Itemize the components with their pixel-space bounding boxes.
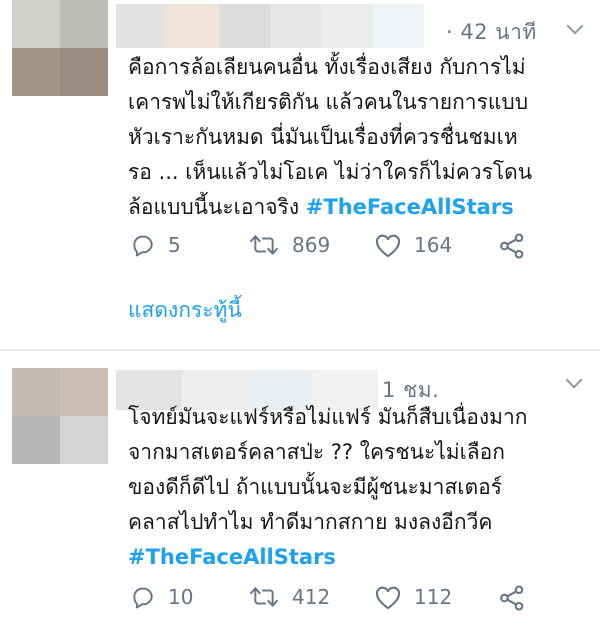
like-icon [375, 586, 401, 610]
like-button[interactable]: 112 [374, 584, 452, 610]
chevron-down-icon[interactable] [565, 371, 583, 389]
avatar[interactable] [12, 0, 108, 96]
like-count: 164 [414, 233, 453, 257]
tweet-text: คือการล้อเลียนคนอื่น ทั้งเรื่องเสียง กับ… [128, 50, 588, 225]
tweet-text-line: ล้อแบบนี้นะเอาจริง #TheFaceAllStars [128, 190, 588, 225]
hashtag-link[interactable]: #TheFaceAllStars [306, 195, 514, 219]
avatar[interactable] [12, 368, 108, 464]
tweet-text-line: ของดีก็ดีไป ถ้าแบบนั้นจะมีผู้ชนะมาสเตอร์ [128, 475, 502, 499]
tweet[interactable]: 1 ชม. โจทย์มันจะแฟร์หรือไม่แฟร์ มันก็สืบ… [0, 352, 600, 639]
username-blurred [116, 4, 424, 48]
reply-button[interactable]: 10 [130, 584, 193, 610]
tweet-text-line: คลาสไปทำไม ทำดีมากสกาย มงลงอีกวีค [128, 510, 493, 534]
tweet-text-line: รอ ... เห็นแล้วไม่โอเค ไม่ว่าใครก็ไม่ควร… [128, 160, 533, 184]
share-icon [500, 233, 524, 259]
tweet-text-line: จากมาสเตอร์คลาสป่ะ ?? ใครชนะไม่เลือก [128, 440, 505, 464]
chevron-down-icon[interactable] [566, 17, 584, 35]
retweet-count: 869 [292, 233, 331, 257]
share-button[interactable] [498, 232, 526, 260]
tweet-divider [0, 349, 600, 351]
share-button[interactable] [498, 584, 526, 612]
reply-count: 5 [168, 233, 181, 257]
tweet-text-line: หัวเราะกันหมด นี่มันเป็นเรื่องที่ควรชื่น… [128, 125, 518, 149]
tweet[interactable]: · 42 นาที คือการล้อเลียนคนอื่น ทั้งเรื่อ… [0, 0, 600, 350]
reply-icon [133, 587, 153, 609]
retweet-icon [250, 235, 278, 255]
tweet-text-line: เคารพไม่ให้เกียรติกัน แล้วคนในรายการแบบ [128, 90, 529, 114]
reply-button[interactable]: 5 [130, 232, 181, 258]
hashtag-link[interactable]: #TheFaceAllStars [128, 540, 588, 575]
retweet-button[interactable]: 869 [248, 232, 330, 258]
reply-icon [133, 235, 153, 257]
retweet-button[interactable]: 412 [248, 584, 330, 610]
share-icon [500, 585, 524, 611]
tweet-text-line: คือการล้อเลียนคนอื่น ทั้งเรื่องเสียง กับ… [128, 55, 526, 79]
tweet-text-line: โจทย์มันจะแฟร์หรือไม่แฟร์ มันก็สืบเนื่อง… [128, 405, 528, 429]
tweet-text-line-part: ล้อแบบนี้นะเอาจริง [128, 195, 300, 219]
like-icon [375, 234, 401, 258]
retweet-icon [250, 587, 278, 607]
timestamp[interactable]: · 42 นาที [446, 16, 537, 49]
like-count: 112 [414, 585, 453, 609]
tweet-text: โจทย์มันจะแฟร์หรือไม่แฟร์ มันก็สืบเนื่อง… [128, 400, 588, 575]
show-thread-link[interactable]: แสดงกระทู้นี้ [128, 294, 242, 327]
like-button[interactable]: 164 [374, 232, 452, 258]
reply-count: 10 [168, 585, 194, 609]
retweet-count: 412 [292, 585, 331, 609]
